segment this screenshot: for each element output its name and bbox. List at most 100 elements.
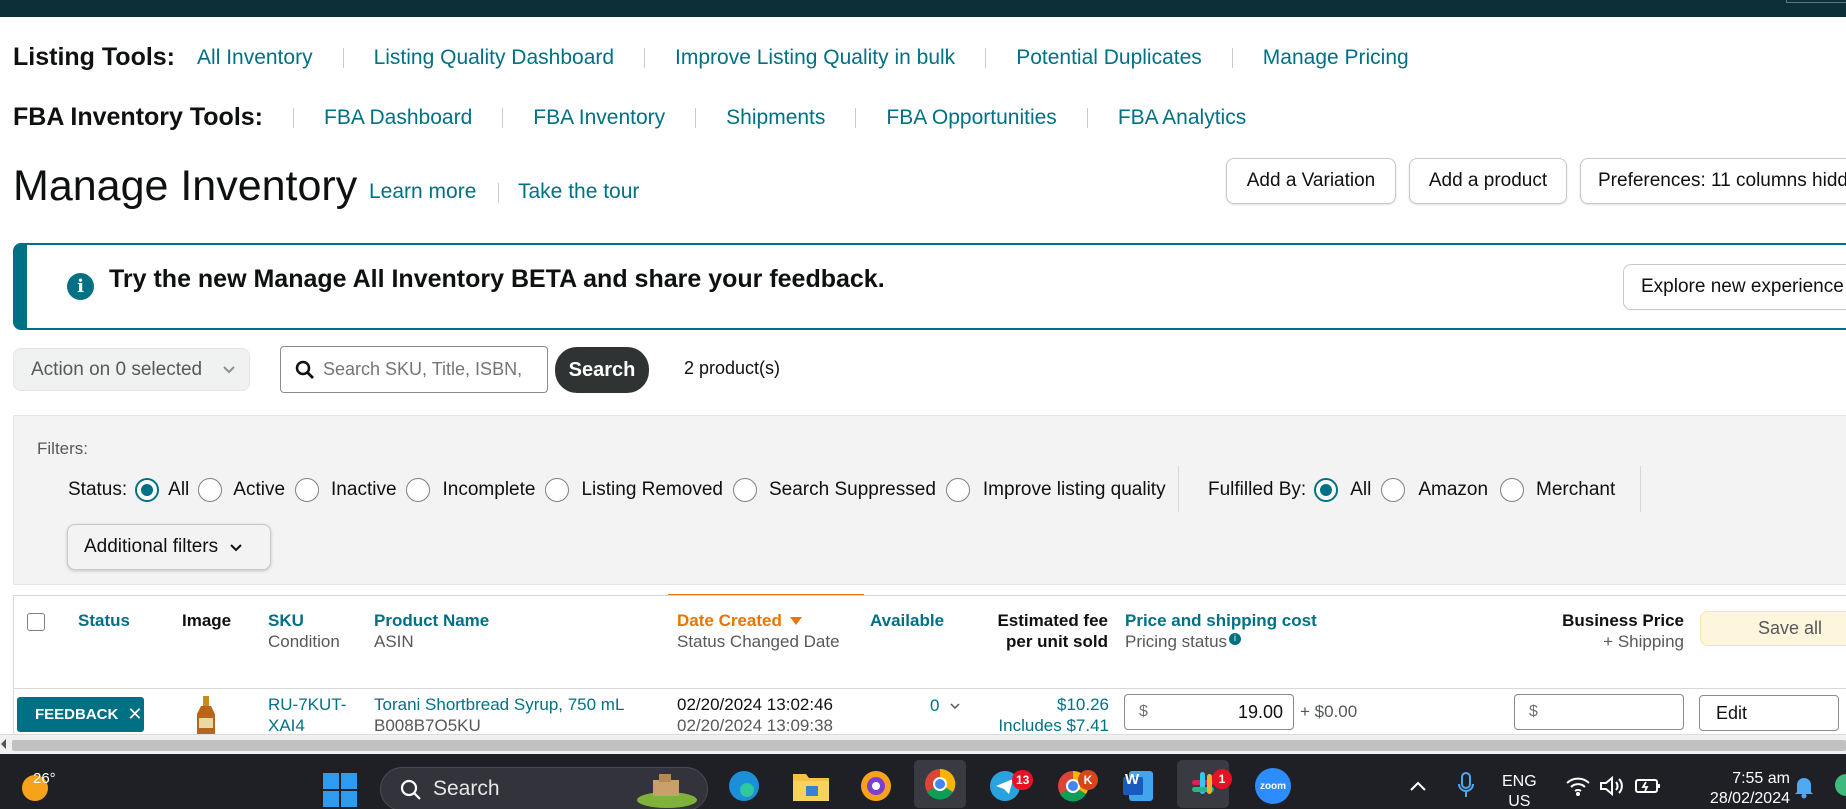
add-variation-button[interactable]: Add a Variation <box>1226 158 1396 204</box>
business-price-input[interactable]: $ <box>1514 694 1684 730</box>
take-tour-link[interactable]: Take the tour <box>518 180 639 204</box>
column-product-name[interactable]: Product Name ASIN <box>374 610 489 652</box>
column-status[interactable]: Status <box>78 610 130 631</box>
status-radio-listing-removed[interactable] <box>545 478 570 502</box>
link-manage-pricing[interactable]: Manage Pricing <box>1263 46 1409 70</box>
scrollbar-thumb[interactable] <box>12 740 1846 751</box>
chrome-app-active[interactable] <box>914 760 966 808</box>
word-label: W <box>1125 771 1140 788</box>
beta-banner: i Try the new Manage All Inventory BETA … <box>13 243 1846 330</box>
status-option-label: Improve listing quality <box>982 479 1166 500</box>
bulk-action-label: Action on 0 selected <box>31 358 203 380</box>
save-all-button[interactable]: Save all <box>1700 611 1846 646</box>
fulfilled-option-label: Merchant <box>1536 479 1616 500</box>
available-cell[interactable]: 0 <box>930 695 961 716</box>
additional-filters-button[interactable]: Additional filters <box>67 524 271 570</box>
link-fba-inventory[interactable]: FBA Inventory <box>533 106 665 130</box>
divider <box>1178 466 1179 512</box>
fulfilled-radio-merchant[interactable] <box>1500 478 1525 502</box>
add-product-button[interactable]: Add a product <box>1409 158 1567 204</box>
clock[interactable]: 7:55 am 28/02/2024 <box>1686 769 1790 809</box>
folder-icon <box>793 774 829 801</box>
link-fba-opportunities[interactable]: FBA Opportunities <box>886 106 1056 130</box>
learn-more-link[interactable]: Learn more <box>369 180 476 204</box>
language-line1: ENG <box>1502 773 1537 790</box>
product-name-link[interactable]: Torani Shortbread Syrup, 750 mL <box>374 694 624 715</box>
battery-tray[interactable] <box>1634 774 1662 798</box>
zoom-app[interactable]: zoom <box>1255 768 1291 804</box>
speaker-icon <box>1600 775 1623 797</box>
fulfilled-option-label: Amazon <box>1418 479 1489 500</box>
search-button[interactable]: Search <box>555 347 649 393</box>
status-changed-value: 02/20/2024 13:09:38 <box>677 716 833 735</box>
status-radio-inactive[interactable] <box>295 478 320 502</box>
fee-cell[interactable]: $10.26 Includes $7.41 <box>980 694 1109 736</box>
select-all-checkbox[interactable] <box>27 613 45 631</box>
status-radio-active[interactable] <box>198 478 223 502</box>
column-business-price-label: Business Price <box>1562 611 1684 630</box>
status-radio-search-suppressed[interactable] <box>733 478 757 502</box>
horizontal-scrollbar[interactable] <box>0 734 1846 754</box>
column-product-name-label: Product Name <box>374 611 490 630</box>
fulfilled-radio-amazon[interactable] <box>1381 478 1406 502</box>
column-condition-label: Condition <box>268 632 340 651</box>
price-input[interactable]: $ 19.00 <box>1124 694 1294 730</box>
divider <box>498 183 499 203</box>
notifications-tray[interactable] <box>1792 774 1816 800</box>
status-radio-incomplete[interactable] <box>405 478 430 502</box>
start-button[interactable] <box>322 772 358 808</box>
link-improve-listing-quality[interactable]: Improve Listing Quality in bulk <box>675 46 955 70</box>
status-filter-group: Status: All Active Inactive Incomplete L… <box>68 478 1166 502</box>
link-fba-analytics[interactable]: FBA Analytics <box>1118 106 1246 130</box>
fulfilled-radio-all[interactable] <box>1314 478 1339 502</box>
status-radio-improve-listing-quality[interactable] <box>945 478 970 502</box>
link-listing-quality-dashboard[interactable]: Listing Quality Dashboard <box>374 46 614 70</box>
taskbar-search[interactable]: Search <box>380 767 708 809</box>
column-available[interactable]: Available <box>870 610 944 631</box>
weather-temp: 26° <box>33 770 56 787</box>
additional-filters-label: Additional filters <box>84 536 219 557</box>
brave-app[interactable] <box>858 768 894 804</box>
feedback-button[interactable]: FEEDBACK ✕ <box>17 697 144 732</box>
divider <box>1640 466 1641 512</box>
edit-button[interactable]: Edit <box>1699 695 1839 731</box>
link-fba-dashboard[interactable]: FBA Dashboard <box>324 106 472 130</box>
beta-banner-message: Try the new Manage All Inventory BETA an… <box>109 265 885 293</box>
volume-tray[interactable] <box>1598 774 1626 798</box>
search-highlight-icon <box>637 774 697 808</box>
tray-overflow[interactable] <box>1406 774 1430 798</box>
shipping-value: + $0.00 <box>1300 702 1358 721</box>
file-explorer-app[interactable] <box>792 768 830 804</box>
close-icon[interactable]: ✕ <box>127 704 142 725</box>
edge-app[interactable] <box>726 768 762 804</box>
link-shipments[interactable]: Shipments <box>726 106 825 130</box>
explore-new-experience-button[interactable]: Explore new experience <box>1623 264 1846 310</box>
column-estimated-fee: Estimated fee per unit sold <box>990 610 1108 652</box>
preferences-button[interactable]: Preferences: 11 columns hidden <box>1580 158 1846 204</box>
divider <box>1086 107 1088 128</box>
microphone-icon <box>1458 772 1474 797</box>
link-all-inventory[interactable]: All Inventory <box>197 46 313 70</box>
filters-label: Filters: <box>37 439 88 458</box>
network-tray[interactable] <box>1564 774 1592 798</box>
info-icon[interactable]: i <box>1229 632 1242 645</box>
search-input[interactable] <box>323 359 533 380</box>
column-sku[interactable]: SKU Condition <box>268 610 340 652</box>
status-option-label: Incomplete <box>442 479 536 500</box>
bell-icon <box>1795 778 1813 799</box>
column-price[interactable]: Price and shipping cost Pricing status i <box>1125 610 1317 652</box>
fulfilled-filter-label: Fulfilled By: <box>1208 479 1307 500</box>
copilot-tray[interactable] <box>1832 772 1846 798</box>
status-radio-all[interactable] <box>135 478 160 502</box>
sku-link[interactable]: RU-7KUT- XAI4 <box>268 694 346 736</box>
scroll-left-icon[interactable] <box>1 739 6 749</box>
fulfilled-option-label: All <box>1350 479 1372 500</box>
bulk-action-select[interactable]: Action on 0 selected <box>13 348 250 391</box>
product-thumbnail[interactable] <box>194 696 218 734</box>
microphone-tray[interactable] <box>1454 770 1478 800</box>
slack-badge: 1 <box>1212 769 1232 789</box>
column-date-created[interactable]: Date Created Status Changed Date <box>677 610 840 652</box>
telegram-badge: 13 <box>1012 770 1034 790</box>
link-potential-duplicates[interactable]: Potential Duplicates <box>1016 46 1202 70</box>
language-indicator[interactable]: ENG US <box>1502 772 1537 809</box>
